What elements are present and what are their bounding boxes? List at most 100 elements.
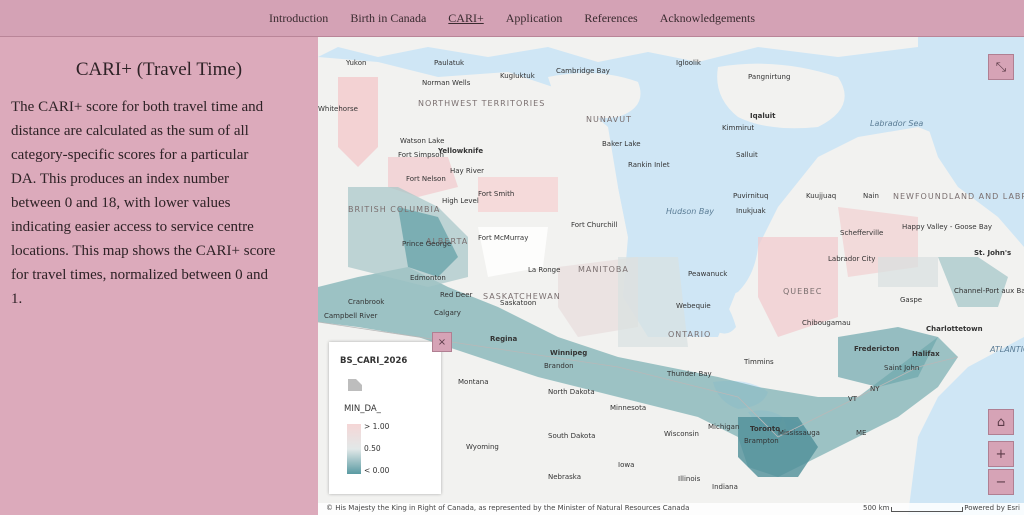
place-label: Halifax <box>912 350 940 358</box>
place-label: Hay River <box>450 167 485 175</box>
place-label: Brampton <box>744 437 779 445</box>
plus-icon: + <box>995 446 1007 462</box>
place-label: Timmins <box>744 358 774 366</box>
legend-close-button[interactable]: × <box>432 332 452 352</box>
place-label: Fort Churchill <box>571 221 618 229</box>
place-label: Michigan <box>708 423 740 431</box>
polygon-swatch-icon <box>348 379 362 391</box>
place-label: Brandon <box>544 362 574 370</box>
place-label: Norman Wells <box>422 79 471 87</box>
zoom-out-button[interactable]: − <box>988 469 1014 495</box>
legend-color-ramp <box>347 424 361 474</box>
info-panel: CARI+ (Travel Time) The CARI+ score for … <box>0 37 318 515</box>
place-label: Red Deer <box>440 291 473 299</box>
place-label: Kugluktuk <box>500 72 535 80</box>
place-label: Fredericton <box>854 345 900 353</box>
place-label: Mississauga <box>778 429 820 437</box>
region-label: QUEBEC <box>783 287 823 296</box>
attribution-text: © His Majesty the King in Right of Canad… <box>326 504 690 512</box>
map-legend: BS_CARI_2026 MIN_DA_ > 1.00 0.50 < 0.00 <box>329 342 441 494</box>
region-label: ONTARIO <box>668 330 712 339</box>
place-label: Cranbrook <box>348 298 385 306</box>
nav-introduction[interactable]: Introduction <box>269 9 328 28</box>
place-label: Nain <box>863 192 879 200</box>
place-label: Fort Nelson <box>406 175 446 183</box>
scale-bar <box>891 507 963 512</box>
place-label: Iowa <box>618 461 635 469</box>
place-label: Yellowknife <box>438 147 484 155</box>
place-label: Peawanuck <box>688 270 728 278</box>
nav-cari-plus[interactable]: CARI+ <box>448 9 483 28</box>
place-label: Labrador City <box>828 255 876 263</box>
place-label: Fort McMurray <box>478 234 529 242</box>
home-icon: ⌂ <box>996 414 1006 430</box>
place-label: North Dakota <box>548 388 595 396</box>
nav-references[interactable]: References <box>584 9 637 28</box>
map-attribution: © His Majesty the King in Right of Canad… <box>318 503 1024 515</box>
place-label: Saint John <box>884 364 920 372</box>
place-label: Iqaluit <box>750 112 776 120</box>
place-label: Rankin Inlet <box>628 161 670 169</box>
place-label: La Ronge <box>528 266 561 274</box>
region-label: MANITOBA <box>578 265 629 274</box>
legend-tick-mid: 0.50 <box>364 444 381 453</box>
place-label: Montana <box>458 378 489 386</box>
close-icon: × <box>437 336 447 348</box>
place-label: Inukjuak <box>736 207 766 215</box>
place-label: Puvirnituq <box>733 192 769 200</box>
legend-tick-high: > 1.00 <box>364 422 390 431</box>
nav-birth-in-canada[interactable]: Birth in Canada <box>350 9 426 28</box>
place-label: Kuujjuaq <box>806 192 837 200</box>
place-label: ME <box>856 429 867 437</box>
place-label: VT <box>848 395 858 403</box>
place-label: Regina <box>490 335 518 343</box>
place-label: Edmonton <box>410 274 446 282</box>
scale-label: 500 km <box>863 504 890 512</box>
place-label: Nebraska <box>548 473 582 481</box>
water-label: Hudson Bay <box>666 207 714 216</box>
place-label: Illinois <box>678 475 701 483</box>
place-label: Wisconsin <box>664 430 699 438</box>
zoom-in-button[interactable]: + <box>988 441 1014 467</box>
water-label: ATLANTIC OCEAN <box>990 345 1024 354</box>
map-view[interactable]: NORTHWEST TERRITORIES NUNAVUT BRITISH CO… <box>318 37 1024 515</box>
place-label: Watson Lake <box>400 137 445 145</box>
place-label: Whitehorse <box>318 105 358 113</box>
place-label: Toronto <box>750 425 781 433</box>
region-label: NEWFOUNDLAND AND LABRADOR <box>893 192 1024 201</box>
place-label: Wyoming <box>466 443 499 451</box>
powered-by-link[interactable]: Powered by Esri <box>964 504 1020 512</box>
minus-icon: − <box>995 474 1007 490</box>
water-label: Labrador Sea <box>870 119 924 128</box>
place-label: Paulatuk <box>434 59 465 67</box>
panel-title: CARI+ (Travel Time) <box>75 59 243 80</box>
region-label: NUNAVUT <box>586 115 632 124</box>
panel-description: The CARI+ score for both travel time and… <box>11 99 276 307</box>
place-label: Baker Lake <box>602 140 641 148</box>
place-label: Pangnirtung <box>748 73 791 81</box>
place-label: Minnesota <box>610 404 647 412</box>
place-label: Winnipeg <box>550 349 588 357</box>
home-button[interactable]: ⌂ <box>988 409 1014 435</box>
expand-icon: ⤡ <box>995 59 1007 75</box>
place-label: Cambridge Bay <box>556 67 610 75</box>
place-label: Webequie <box>676 302 711 310</box>
place-label: Yukon <box>346 59 367 67</box>
place-label: South Dakota <box>548 432 596 440</box>
place-label: Chibougamau <box>802 319 851 327</box>
place-label: Igloolik <box>676 59 701 67</box>
nav-application[interactable]: Application <box>506 9 563 28</box>
place-label: Saskatoon <box>500 299 537 307</box>
place-label: NY <box>870 385 880 393</box>
legend-field-name: MIN_DA_ <box>344 404 381 414</box>
nav-acknowledgements[interactable]: Acknowledgements <box>660 9 755 28</box>
region-label: NORTHWEST TERRITORIES <box>418 99 546 108</box>
place-label: High Level <box>442 197 479 205</box>
place-label: Schefferville <box>840 229 884 237</box>
place-label: Thunder Bay <box>667 370 712 378</box>
place-label: Gaspe <box>900 296 923 304</box>
place-label: Indiana <box>712 483 738 491</box>
place-label: Channel-Port aux Basques <box>954 287 1024 295</box>
region-label: BRITISH COLUMBIA <box>348 205 441 214</box>
expand-map-button[interactable]: ⤡ <box>988 54 1014 80</box>
